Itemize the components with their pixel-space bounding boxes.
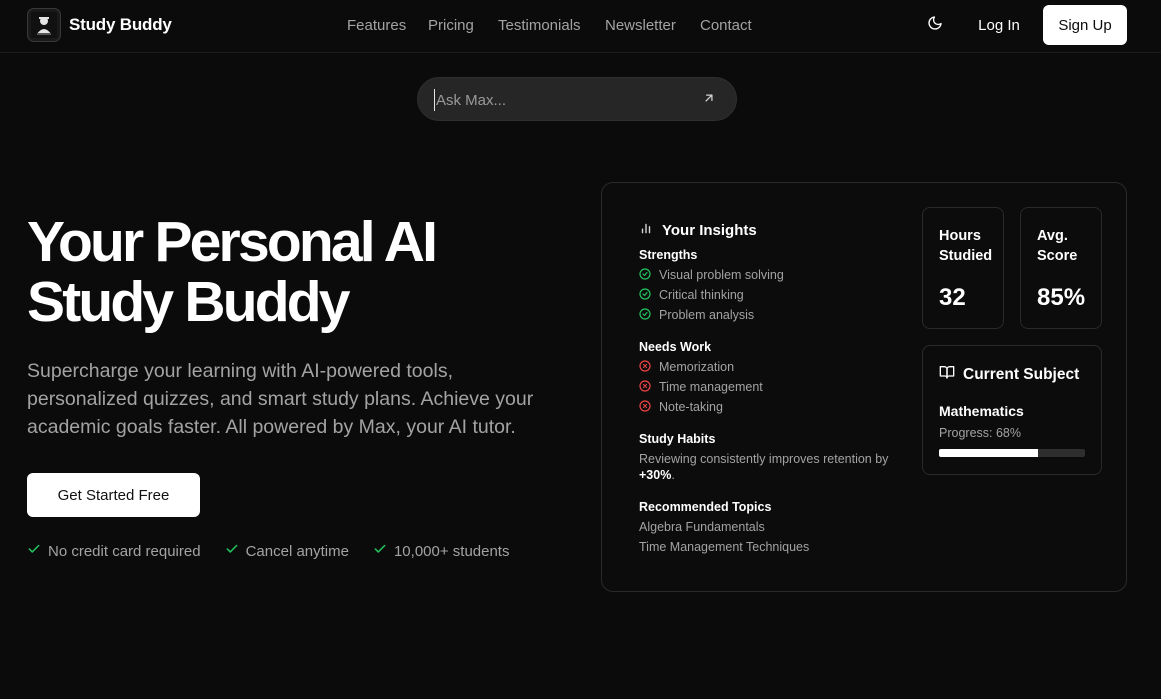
- hours-studied-label: Hours Studied: [939, 228, 993, 264]
- hours-studied-value: 32: [939, 284, 966, 311]
- check-icon: [225, 542, 239, 560]
- progress-label: Progress: 68%: [939, 426, 1021, 440]
- check-circle-icon: [639, 287, 651, 303]
- perk-item: Cancel anytime: [225, 542, 349, 560]
- insights-card: Your Insights Strengths Visual problem s…: [601, 182, 1127, 592]
- avg-score-card: Avg. Score 85%: [1020, 207, 1102, 329]
- subject-name: Mathematics: [939, 403, 1024, 419]
- ask-max-input[interactable]: [434, 89, 684, 111]
- check-icon: [27, 542, 41, 560]
- navbar: Study Buddy Features Pricing Testimonial…: [0, 0, 1161, 53]
- progress-bar: [939, 449, 1085, 457]
- recommended-topics-list: Algebra Fundamentals Time Management Tec…: [639, 517, 809, 557]
- check-circle-icon: [639, 307, 651, 323]
- nav-link-newsletter[interactable]: Newsletter: [605, 17, 676, 34]
- hero-title-line-1: Your Personal AI: [27, 210, 438, 274]
- study-habits-title: Study Habits: [639, 432, 716, 446]
- arrow-up-right-icon: [702, 91, 716, 110]
- hours-studied-card: Hours Studied 32: [922, 207, 1004, 329]
- study-habits-text: Reviewing consistently improves retentio…: [639, 452, 889, 482]
- theme-toggle-button[interactable]: [922, 12, 948, 38]
- current-subject-title: Current Subject: [963, 365, 1080, 383]
- check-icon: [373, 542, 387, 560]
- insights-header: Your Insights: [639, 221, 757, 240]
- book-open-icon: [939, 364, 955, 385]
- brand-name[interactable]: Study Buddy: [69, 15, 172, 35]
- hero-title-line-2: Study Buddy: [27, 270, 351, 334]
- x-circle-icon: [639, 379, 651, 395]
- ask-send-button[interactable]: [699, 90, 719, 110]
- perk-item: No credit card required: [27, 542, 201, 560]
- nav-link-testimonials[interactable]: Testimonials: [498, 17, 581, 34]
- needs-work-item: Memorization: [639, 357, 763, 377]
- strength-item: Visual problem solving: [639, 265, 784, 285]
- ask-max-bar: [417, 77, 737, 121]
- hero-subtitle: Supercharge your learning with AI-powere…: [27, 360, 534, 438]
- login-button[interactable]: Log In: [965, 7, 1033, 43]
- strength-item: Critical thinking: [639, 285, 784, 305]
- needs-work-list: Memorization Time management Note-taking: [639, 357, 763, 417]
- recommended-topics-title: Recommended Topics: [639, 500, 772, 514]
- needs-work-title: Needs Work: [639, 340, 712, 354]
- moon-icon: [927, 15, 943, 36]
- habits-value: +30%: [639, 468, 672, 482]
- bar-chart-icon: [639, 221, 653, 240]
- x-circle-icon: [639, 399, 651, 415]
- insights-title: Your Insights: [662, 222, 757, 239]
- signup-button[interactable]: Sign Up: [1043, 5, 1127, 45]
- strength-item: Problem analysis: [639, 305, 784, 325]
- topic-item[interactable]: Time Management Techniques: [639, 537, 809, 557]
- nav-link-contact[interactable]: Contact: [700, 17, 752, 34]
- perk-item: 10,000+ students: [373, 542, 509, 560]
- check-circle-icon: [639, 267, 651, 283]
- nav-link-features[interactable]: Features: [347, 17, 406, 34]
- hero-title: Your Personal AI Study Buddy: [27, 212, 587, 332]
- topic-item[interactable]: Algebra Fundamentals: [639, 517, 809, 537]
- logo-icon[interactable]: [27, 8, 61, 42]
- current-subject-header: Current Subject: [939, 364, 1079, 385]
- nav-link-pricing[interactable]: Pricing: [428, 17, 474, 34]
- avg-score-value: 85%: [1037, 284, 1086, 311]
- needs-work-item: Time management: [639, 377, 763, 397]
- perks-list: No credit card required Cancel anytime 1…: [27, 542, 533, 560]
- x-circle-icon: [639, 359, 651, 375]
- strengths-title: Strengths: [639, 248, 698, 262]
- current-subject-card: Current Subject Mathematics Progress: 68…: [922, 345, 1102, 475]
- needs-work-item: Note-taking: [639, 397, 763, 417]
- progress-bar-fill: [939, 449, 1039, 457]
- avg-score-label: Avg. Score: [1037, 228, 1078, 264]
- strengths-list: Visual problem solving Critical thinking…: [639, 265, 784, 325]
- get-started-button[interactable]: Get Started Free: [27, 473, 200, 517]
